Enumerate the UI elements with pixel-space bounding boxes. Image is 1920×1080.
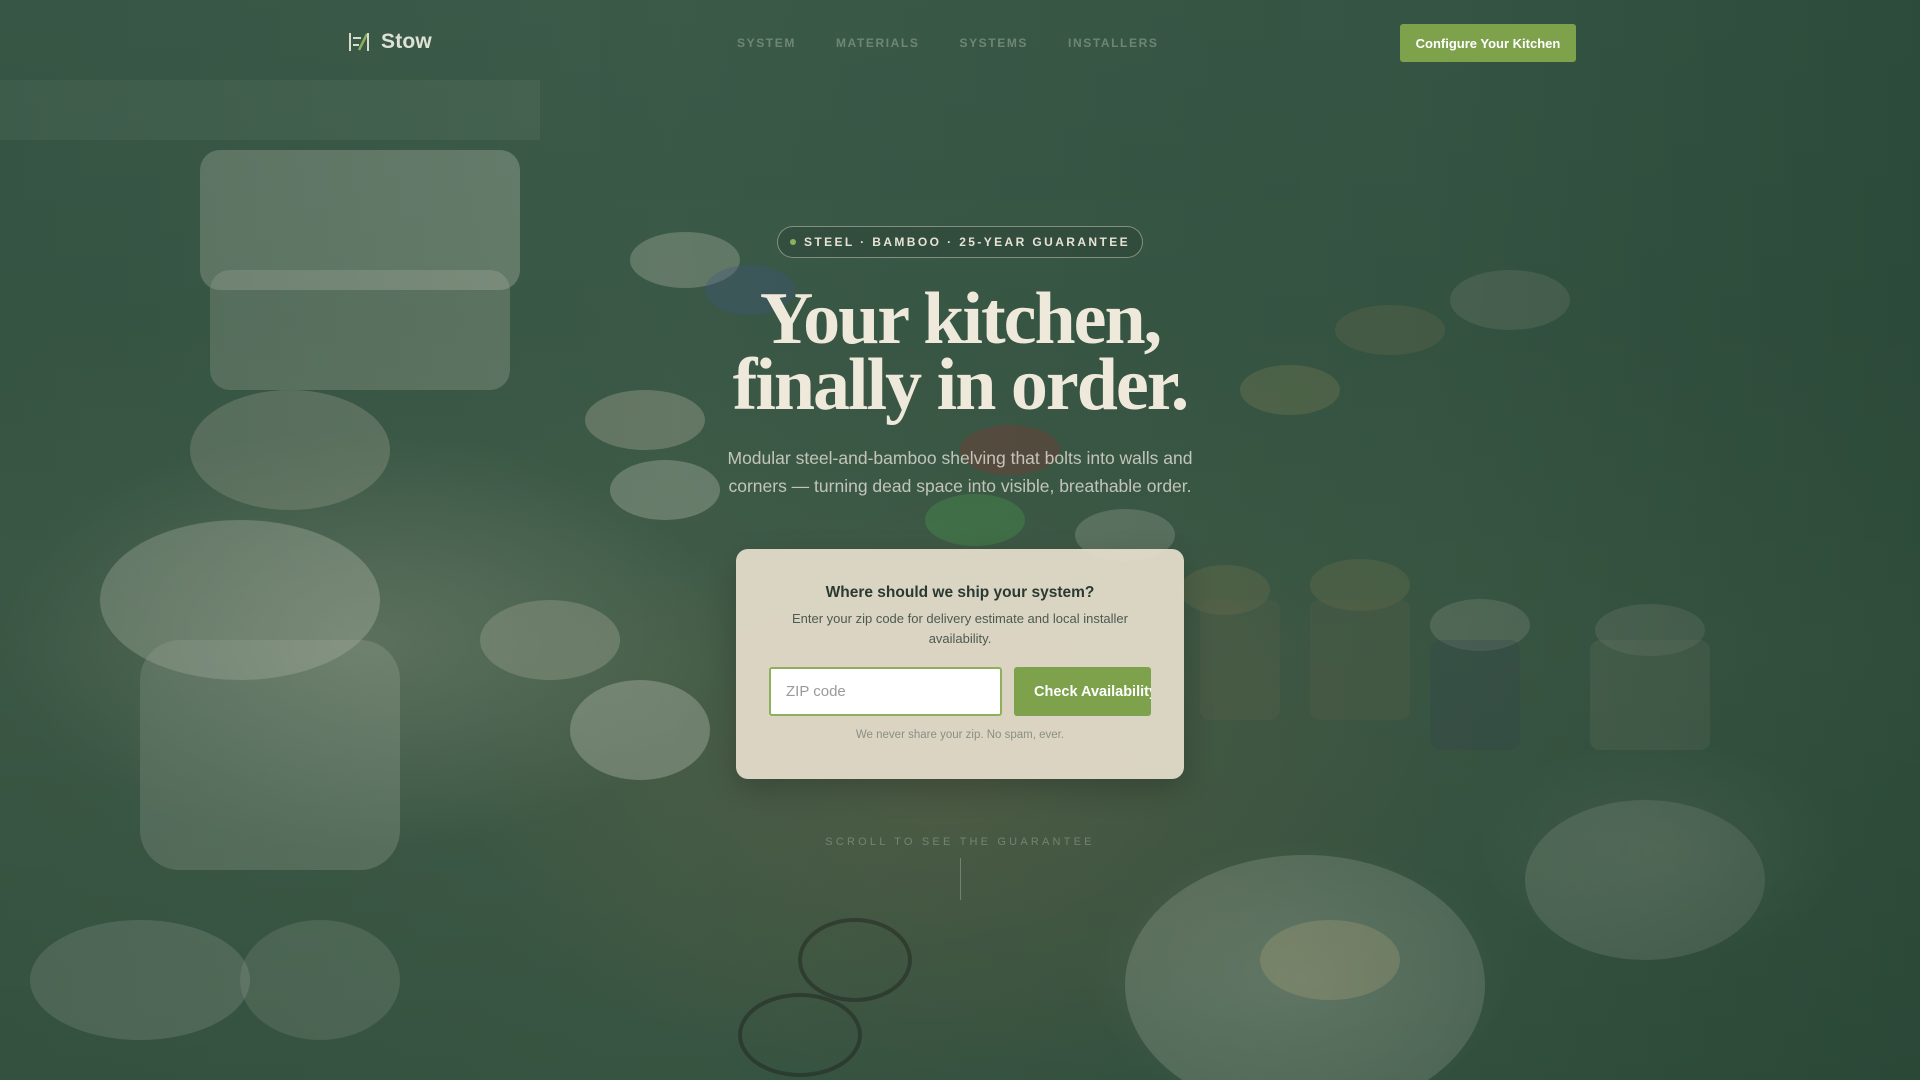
zip-card: Where should we ship your system? Enter …	[736, 549, 1184, 779]
nav-link-materials[interactable]: MATERIALS	[836, 36, 920, 50]
guarantee-badge: STEEL · BAMBOO · 25-YEAR GUARANTEE	[777, 226, 1143, 258]
headline-line-2: finally in order.	[732, 344, 1190, 426]
green-overlay	[0, 0, 1920, 1080]
scroll-hint: SCROLL TO SEE THE GUARANTEE	[825, 836, 1095, 848]
nav-links: SYSTEM MATERIALS SYSTEMS INSTALLERS	[737, 36, 1158, 50]
privacy-note: We never share your zip. No spam, ever.	[855, 729, 1065, 741]
hero-headline: Your kitchen, finally in order.	[560, 282, 1360, 422]
brand-name: Stow	[381, 30, 432, 53]
badge-dot-icon	[789, 239, 796, 245]
brand-logo[interactable]: Stow	[347, 30, 432, 54]
badge-text: STEEL · BAMBOO · 25-YEAR GUARANTEE	[803, 235, 1131, 249]
nav-link-system[interactable]: SYSTEM	[737, 36, 796, 50]
check-availability-button[interactable]: Check Availability	[1014, 667, 1151, 716]
nav-link-systems[interactable]: SYSTEMS	[959, 36, 1028, 50]
hero-subhead: Modular steel-and-bamboo shelving that b…	[727, 448, 1193, 496]
hero-section: Stow SYSTEM MATERIALS SYSTEMS INSTALLERS…	[0, 0, 1920, 1080]
nav-link-installers[interactable]: INSTALLERS	[1068, 36, 1158, 50]
configure-kitchen-button[interactable]: Configure Your Kitchen	[1400, 24, 1576, 62]
zip-card-title: Where should we ship your system?	[825, 584, 1095, 601]
zip-input[interactable]	[769, 667, 1002, 716]
top-nav: Stow SYSTEM MATERIALS SYSTEMS INSTALLERS…	[0, 0, 1920, 86]
zip-card-description: Enter your zip code for delivery estimat…	[792, 611, 1128, 646]
shelf-logo-icon	[349, 33, 369, 51]
scroll-line	[960, 858, 961, 900]
